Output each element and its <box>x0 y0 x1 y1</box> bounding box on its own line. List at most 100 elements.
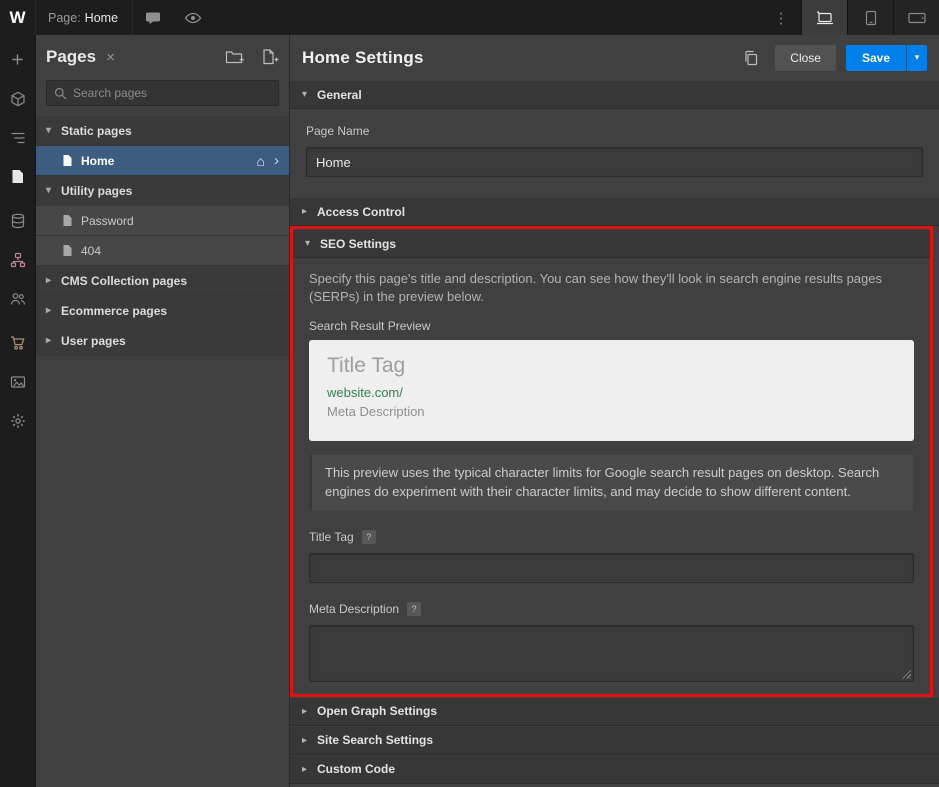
components-cube-icon[interactable] <box>0 79 36 118</box>
pages-panel: Pages × ▾ Static pages Home ⌂ <box>36 35 290 787</box>
meta-description-wrap <box>309 625 914 682</box>
help-icon[interactable]: ? <box>362 530 376 544</box>
caret-down-icon: ▾ <box>46 125 61 136</box>
meta-description-textarea[interactable] <box>309 625 914 682</box>
tree-group-label: User pages <box>61 334 126 348</box>
logic-flow-icon[interactable] <box>0 240 36 279</box>
new-page-icon[interactable] <box>261 49 279 65</box>
tree-item-home[interactable]: Home ⌂ › <box>36 146 289 176</box>
seo-annotation-rectangle: ▾ SEO Settings Specify this page's title… <box>290 226 933 697</box>
caret-right-icon: ▸ <box>302 764 317 775</box>
section-label: Open Graph Settings <box>317 704 437 718</box>
pages-panel-header: Pages × <box>36 35 289 79</box>
section-seo-settings[interactable]: ▾ SEO Settings <box>293 229 930 258</box>
feedback-chat-icon[interactable] <box>133 0 173 35</box>
help-icon[interactable]: ? <box>407 602 421 616</box>
page-indicator-value: Home <box>85 11 118 25</box>
pages-tree: ▾ Static pages Home ⌂ › ▾ Utility pages … <box>36 116 289 356</box>
cms-collections-icon[interactable] <box>0 201 36 240</box>
home-icon: ⌂ <box>257 153 265 169</box>
kebab-menu-icon[interactable]: ⋮ <box>767 0 795 35</box>
navigator-icon[interactable] <box>0 118 36 157</box>
tree-group-user-pages[interactable]: ▸ User pages <box>36 326 289 356</box>
settings-actions: Close Save ▾ <box>743 45 927 71</box>
close-panel-icon[interactable]: × <box>106 50 115 65</box>
tree-group-utility-pages[interactable]: ▾ Utility pages <box>36 176 289 206</box>
section-label: Site Search Settings <box>317 733 433 747</box>
save-options-caret-icon[interactable]: ▾ <box>906 45 927 71</box>
tree-item-label: Home <box>81 154 114 168</box>
home-row-meta: ⌂ › <box>257 152 289 169</box>
caret-down-icon: ▾ <box>302 89 317 100</box>
search-pages-input[interactable] <box>73 86 271 100</box>
meta-description-field: Meta Description? <box>309 600 914 682</box>
topbar: W Page: Home ⋮ <box>0 0 939 35</box>
caret-down-icon: ▾ <box>305 238 320 249</box>
tablet-breakpoint-icon[interactable] <box>847 0 893 35</box>
page-indicator-label: Page: <box>48 11 81 25</box>
preview-eye-icon[interactable] <box>173 0 213 35</box>
tree-group-ecommerce-pages[interactable]: ▸ Ecommerce pages <box>36 296 289 326</box>
tree-item-password[interactable]: Password <box>36 206 289 236</box>
settings-header: Home Settings Close Save ▾ <box>290 35 939 80</box>
pages-panel-actions <box>225 49 279 65</box>
assets-icon[interactable] <box>0 362 36 401</box>
tree-group-label: CMS Collection pages <box>61 274 187 288</box>
save-button[interactable]: Save <box>846 45 906 71</box>
pages-panel-title: Pages <box>46 47 96 67</box>
pages-panel-icon[interactable] <box>0 157 36 196</box>
left-toolbar <box>0 35 36 787</box>
seo-section-body: Specify this page's title and descriptio… <box>293 258 930 694</box>
save-button-group: Save ▾ <box>846 45 927 71</box>
new-folder-icon[interactable] <box>225 49 245 65</box>
section-site-search[interactable]: ▸ Site Search Settings <box>290 726 939 755</box>
caret-right-icon: ▸ <box>46 335 61 346</box>
tree-group-static-pages[interactable]: ▾ Static pages <box>36 116 289 146</box>
general-section-body: Page Name <box>290 109 939 197</box>
mobile-landscape-breakpoint-icon[interactable] <box>893 0 939 35</box>
tree-item-label: Password <box>81 214 134 228</box>
serp-note-box: This preview uses the typical character … <box>309 454 914 510</box>
add-elements-icon[interactable] <box>0 40 36 79</box>
page-name-input[interactable] <box>306 147 923 177</box>
caret-down-icon: ▾ <box>46 185 61 196</box>
page-indicator[interactable]: Page: Home <box>48 11 118 25</box>
duplicate-page-icon[interactable] <box>743 50 759 66</box>
title-tag-input[interactable] <box>309 553 914 583</box>
tree-group-label: Ecommerce pages <box>61 304 167 318</box>
page-icon <box>62 244 73 257</box>
caret-right-icon: ▸ <box>302 706 317 717</box>
users-icon[interactable] <box>0 279 36 318</box>
ecommerce-cart-icon[interactable] <box>0 323 36 362</box>
webflow-logo[interactable]: W <box>0 0 36 35</box>
caret-right-icon: ▸ <box>46 305 61 316</box>
serp-url-text: website.com/ <box>327 385 896 400</box>
search-result-preview-label: Search Result Preview <box>309 319 914 333</box>
page-settings-panel: Home Settings Close Save ▾ ▾ General Pag… <box>290 35 939 787</box>
serp-title-text: Title Tag <box>327 354 896 378</box>
caret-right-icon: ▸ <box>302 735 317 746</box>
page-icon <box>62 214 73 227</box>
meta-description-label: Meta Description <box>309 602 399 616</box>
page-name-label: Page Name <box>306 124 369 138</box>
caret-right-icon: ▸ <box>302 206 317 217</box>
webflow-logo-glyph: W <box>9 8 25 28</box>
section-label: SEO Settings <box>320 237 396 251</box>
tree-item-404[interactable]: 404 <box>36 236 289 266</box>
section-general[interactable]: ▾ General <box>290 80 939 109</box>
seo-description-text: Specify this page's title and descriptio… <box>309 270 914 306</box>
close-button[interactable]: Close <box>775 45 836 71</box>
settings-title: Home Settings <box>302 48 424 68</box>
chevron-right-icon[interactable]: › <box>274 152 279 169</box>
section-access-control[interactable]: ▸ Access Control <box>290 197 939 226</box>
serp-meta-text: Meta Description <box>327 404 896 419</box>
desktop-breakpoint-icon[interactable] <box>801 0 847 35</box>
tree-group-cms-collection-pages[interactable]: ▸ CMS Collection pages <box>36 266 289 296</box>
section-open-graph[interactable]: ▸ Open Graph Settings <box>290 697 939 726</box>
settings-gear-icon[interactable] <box>0 401 36 440</box>
tree-item-label: 404 <box>81 244 101 258</box>
breakpoint-switcher <box>801 0 939 35</box>
section-custom-code[interactable]: ▸ Custom Code <box>290 755 939 784</box>
section-label: Access Control <box>317 205 405 219</box>
pages-search-box <box>46 80 279 106</box>
